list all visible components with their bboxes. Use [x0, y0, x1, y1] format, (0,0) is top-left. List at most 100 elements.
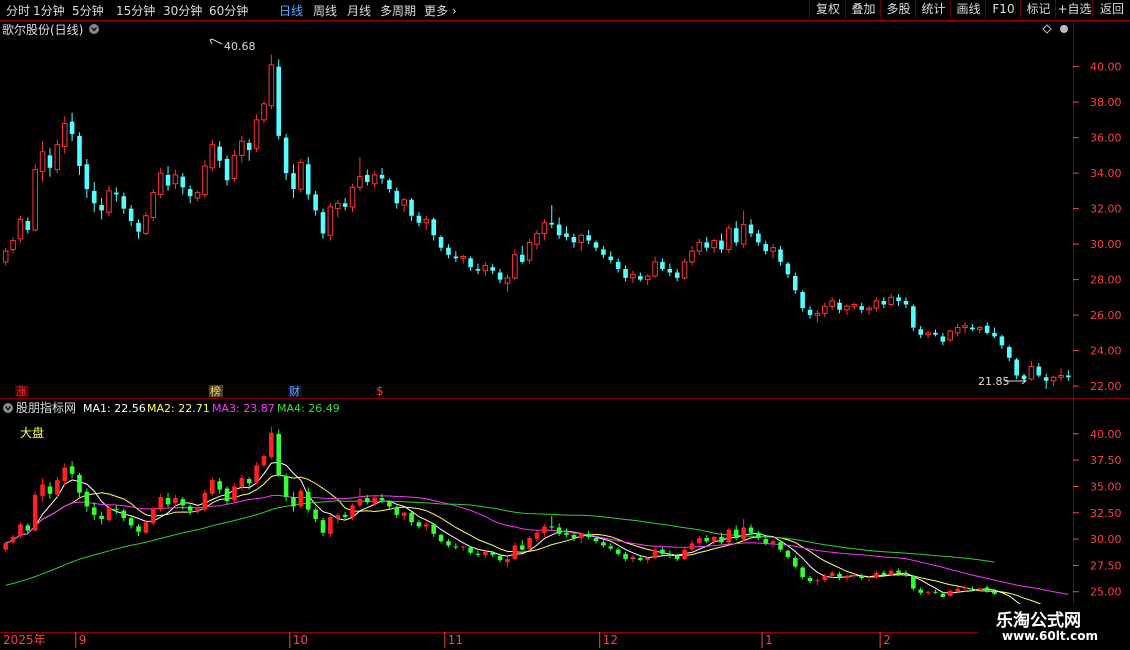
indicator-candle-up — [158, 496, 163, 510]
candle-body-up — [209, 144, 216, 169]
candle-body-down — [283, 137, 289, 174]
indicator-candle-down — [364, 498, 370, 503]
candle-body-down — [438, 237, 444, 248]
x-axis-month-label: 2 — [883, 633, 891, 647]
y-tick-label: 34.00 — [1090, 167, 1122, 180]
indicator-candle-down — [748, 527, 754, 533]
indicator-candle-up — [483, 551, 488, 555]
indicator-name: 股朋指标网 — [16, 400, 76, 415]
candle-body-down — [1014, 359, 1019, 376]
candle-body-down — [984, 325, 990, 333]
indicator-candle-up — [10, 536, 16, 543]
indicator-candle-down — [446, 541, 451, 546]
candle-body-up — [17, 218, 24, 240]
candle-body-down — [615, 261, 621, 269]
candle-body-down — [1006, 347, 1012, 358]
candle-body-down — [246, 142, 252, 151]
main-candles — [2, 54, 1071, 389]
candle-body-down — [837, 302, 842, 310]
candle-body-up — [740, 224, 747, 245]
indicator-candle-down — [276, 433, 282, 475]
candle-body-up — [866, 307, 872, 311]
candle-body-down — [342, 203, 348, 207]
indicator-menu-icon[interactable] — [3, 403, 13, 413]
indicator-candle-down — [896, 570, 901, 573]
indicator-candle-up — [578, 533, 584, 539]
candle-body-up — [1028, 366, 1035, 380]
indicator-candle-down — [69, 466, 75, 474]
candle-body-up — [541, 222, 548, 234]
ma4-value: MA4: 26.49 — [277, 402, 340, 415]
panel-menu-icon[interactable] — [89, 24, 99, 34]
candle-body-down — [660, 261, 665, 269]
indicator-candle-up — [822, 575, 828, 581]
indicator-candle-down — [121, 510, 127, 519]
candle-body-down — [549, 222, 555, 225]
indicator-candle-up — [711, 536, 717, 542]
indicator-candle-up — [925, 591, 931, 593]
indicator-candle-down — [933, 591, 938, 593]
candle-body-down — [571, 237, 577, 243]
indicator-candle-up — [542, 526, 547, 533]
indicator-y-tick-label: 27.50 — [1090, 559, 1122, 572]
indicator-candle-down — [313, 509, 318, 520]
candle-body-down — [564, 233, 569, 238]
indicator-candle-down — [431, 524, 436, 534]
candle-body-down — [748, 224, 754, 234]
indicator-candle-up — [630, 556, 636, 560]
candle-body-down — [940, 336, 946, 342]
indicator-candle-down — [667, 553, 673, 556]
candle-body-down — [519, 254, 525, 262]
candle-body-down — [608, 256, 614, 261]
indicator-candle-down — [586, 533, 591, 537]
candle-body-up — [357, 176, 363, 188]
candle-body-down — [999, 336, 1005, 346]
indicator-candle-up — [874, 572, 879, 577]
candle-body-down — [667, 268, 673, 273]
candle-body-up — [976, 327, 983, 330]
candle-body-up — [327, 206, 334, 236]
more-dot-icon[interactable] — [1060, 25, 1068, 33]
indicator-candle-down — [623, 553, 628, 560]
event-mark-bang[interactable]: 榜 — [210, 384, 221, 398]
indicator-candle-up — [888, 570, 894, 575]
indicator-candle-down — [305, 491, 311, 510]
candle-body-up — [873, 300, 880, 309]
y-tick-label: 32.00 — [1090, 203, 1122, 216]
indicator-candle-down — [77, 474, 82, 493]
indicator-candle-down — [246, 479, 252, 484]
candle-body-down — [446, 247, 451, 255]
event-mark-dollar[interactable]: $ — [376, 384, 384, 398]
event-mark-zhang[interactable]: 涨 — [16, 385, 27, 398]
indicator-candle-down — [320, 520, 326, 533]
stock-chart[interactable]: 歌尔股份(日线) 40.00 38.00 36.00 34.00 32.00 30.00 2… — [0, 0, 1130, 650]
candle-body-up — [726, 227, 732, 250]
indicator-candle-down — [733, 529, 739, 539]
x-axis-month-label: 1 — [765, 633, 773, 647]
indicator-candle-up — [527, 538, 532, 549]
indicator-candle-up — [652, 549, 658, 559]
candle-body-down — [99, 205, 104, 211]
candle-body-up — [652, 261, 658, 277]
indicator-candle-up — [852, 574, 857, 576]
x-axis-month-label: 9 — [79, 633, 87, 647]
candle-body-down — [733, 228, 739, 243]
candle-body-up — [962, 325, 968, 329]
candle-body-down — [1066, 375, 1071, 378]
diamond-icon[interactable] — [1042, 24, 1052, 34]
event-mark-cai[interactable]: 财 — [289, 384, 300, 398]
candle-body-up — [349, 186, 356, 208]
indicator-candle-up — [106, 507, 112, 521]
candle-body-up — [696, 241, 703, 252]
candle-body-down — [792, 276, 798, 291]
candle-body-down — [379, 174, 385, 179]
indicator-candle-up — [210, 480, 215, 494]
indicator-candle-up — [962, 587, 968, 589]
candle-body-down — [903, 300, 909, 305]
indicator-candle-up — [645, 558, 650, 561]
indicator-candle-down — [674, 555, 680, 560]
x-axis-year-label: 2025年 — [3, 633, 46, 647]
indicator-candle-up — [202, 492, 208, 510]
candle-body-up — [2, 250, 9, 263]
candle-body-down — [121, 196, 127, 209]
